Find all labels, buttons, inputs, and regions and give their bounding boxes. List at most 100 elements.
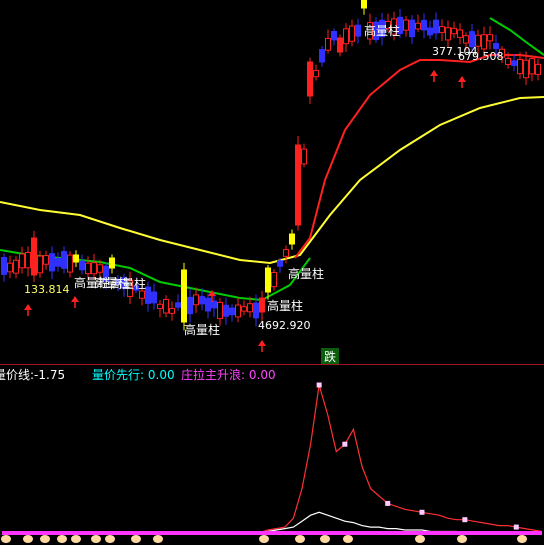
volume-price-line bbox=[2, 384, 543, 534]
candle-body bbox=[361, 0, 367, 9]
price-label: 4692.920 bbox=[258, 319, 311, 332]
candle-body bbox=[109, 257, 115, 269]
annotation-high-volume-bar: 高量柱 bbox=[110, 276, 146, 291]
candle-body bbox=[307, 61, 313, 97]
bottom-signal-dot bbox=[259, 535, 269, 543]
candle-body bbox=[169, 308, 175, 314]
bottom-signal-dot bbox=[91, 535, 101, 543]
candle-body bbox=[481, 34, 487, 50]
bottom-signal-dot bbox=[295, 535, 305, 543]
volume-signal-marker bbox=[419, 509, 425, 515]
candle-body bbox=[445, 27, 451, 41]
candle-body bbox=[139, 290, 145, 299]
bottom-signal-dot bbox=[105, 535, 115, 543]
candle-body bbox=[463, 35, 469, 44]
candle-body bbox=[67, 254, 73, 273]
annotation-high-volume-bar: 高量柱 bbox=[288, 266, 324, 281]
volume-signal-marker bbox=[513, 524, 519, 530]
candle-body bbox=[319, 49, 325, 63]
bottom-signal-dot bbox=[71, 535, 81, 543]
candle-body bbox=[295, 144, 301, 226]
bottom-signal-dot bbox=[40, 535, 50, 543]
candle-body bbox=[193, 294, 199, 306]
candle-body bbox=[493, 43, 499, 50]
up-arrow-icon bbox=[258, 340, 266, 352]
candle-body bbox=[187, 296, 193, 315]
candle-body bbox=[31, 237, 37, 276]
candle-body bbox=[289, 233, 295, 245]
candle-body bbox=[199, 296, 205, 305]
ma-fast-line bbox=[294, 54, 544, 259]
candle-body bbox=[403, 19, 409, 31]
candle-body bbox=[313, 70, 319, 78]
candle-body bbox=[271, 272, 277, 288]
indicator-series bbox=[1, 382, 543, 543]
candle-body bbox=[427, 27, 433, 36]
candle-body bbox=[85, 262, 91, 275]
candle-body bbox=[457, 29, 463, 38]
up-arrow-icon bbox=[24, 304, 32, 316]
annotation-high-volume-bar: 高量柱 bbox=[184, 322, 220, 337]
price-label: 133.814 bbox=[24, 283, 70, 296]
candle-body bbox=[79, 260, 85, 271]
candle-body bbox=[19, 253, 25, 269]
candle-body bbox=[439, 26, 445, 33]
candle-body bbox=[91, 262, 97, 275]
candle-body bbox=[223, 304, 229, 317]
annotation-high-volume-bar: 高量柱 bbox=[364, 23, 400, 38]
bottom-signal-dot bbox=[457, 535, 467, 543]
candle-body bbox=[511, 60, 517, 66]
volume-signal-marker bbox=[462, 517, 468, 523]
candle-body bbox=[349, 25, 355, 42]
candle-body bbox=[97, 264, 103, 273]
sell-signal-badge: 跌 bbox=[321, 348, 339, 364]
candle-body bbox=[211, 300, 217, 309]
candle-body bbox=[433, 19, 439, 34]
candle-body bbox=[529, 58, 535, 75]
candle-body bbox=[205, 297, 211, 312]
candle-body bbox=[157, 303, 163, 310]
candle-body bbox=[277, 260, 283, 267]
candlestick-main-chart: 高量柱高量柱高量柱高量柱高量柱高量柱高量柱133.8144692.920377.… bbox=[0, 0, 544, 365]
candle-body bbox=[301, 148, 307, 165]
candle-body bbox=[355, 24, 361, 37]
candle-body bbox=[49, 253, 55, 272]
candle-body bbox=[517, 58, 523, 75]
candle-body bbox=[1, 256, 7, 275]
volume-price-indicator-chart bbox=[1, 382, 543, 543]
candle-body bbox=[451, 27, 457, 35]
volume-signal-marker bbox=[316, 382, 322, 388]
candle-body bbox=[25, 251, 31, 269]
candle-body bbox=[259, 297, 265, 313]
candle-body bbox=[421, 19, 427, 31]
annotation-layer: 高量柱高量柱高量柱高量柱高量柱高量柱高量柱133.8144692.920377.… bbox=[24, 23, 504, 364]
candle-body bbox=[241, 306, 247, 312]
volume-signal-marker bbox=[385, 500, 391, 506]
candle-body bbox=[337, 37, 343, 53]
candle-body bbox=[145, 286, 151, 304]
candle-body bbox=[217, 301, 223, 320]
candle-body bbox=[163, 298, 169, 314]
volume-signal-marker bbox=[342, 441, 348, 447]
candle-body bbox=[235, 304, 241, 318]
candle-body bbox=[505, 57, 511, 65]
bottom-signal-dot bbox=[343, 535, 353, 543]
bottom-signal-dot bbox=[131, 535, 141, 543]
ma-slow-line bbox=[0, 96, 544, 265]
candle-body bbox=[55, 257, 61, 267]
candle-body bbox=[181, 269, 187, 323]
candle-body bbox=[37, 255, 43, 274]
candle-body bbox=[73, 254, 79, 263]
candle-body bbox=[43, 255, 49, 265]
candle-body bbox=[487, 34, 493, 42]
price-label: 679.508 bbox=[458, 50, 504, 63]
annotation-high-volume-bar: 高量柱 bbox=[267, 298, 303, 313]
bottom-signal-dot bbox=[320, 535, 330, 543]
candle-body bbox=[265, 267, 271, 293]
bottom-signal-dot bbox=[517, 535, 527, 543]
candle-body bbox=[409, 19, 415, 38]
sell-signal-badge-label: 跌 bbox=[324, 349, 336, 364]
bottom-signal-dot bbox=[153, 535, 163, 543]
candle-body bbox=[283, 249, 289, 257]
candle-body bbox=[61, 251, 67, 269]
